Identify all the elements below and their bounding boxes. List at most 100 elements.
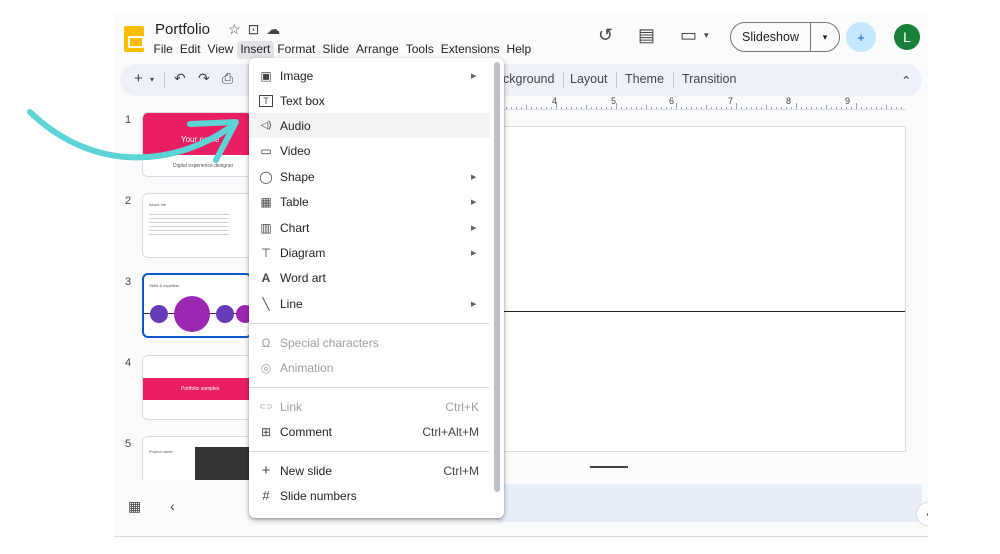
- ruler-tick: [796, 103, 797, 109]
- slide-thumbnail-2[interactable]: About me: [142, 193, 252, 258]
- menu-tools[interactable]: Tools: [402, 41, 437, 59]
- background-button[interactable]: ckground: [503, 72, 554, 86]
- ruler-tick: [806, 107, 807, 109]
- menu-slide[interactable]: Slide: [319, 41, 353, 59]
- slides-logo-icon[interactable]: [124, 26, 144, 52]
- ruler-tick: [551, 107, 552, 109]
- slide-thumbnail-5[interactable]: Project name: [142, 436, 252, 480]
- ruler-label: 7: [728, 96, 734, 106]
- menu-item-word-art[interactable]: A Word art: [249, 265, 490, 290]
- thumb-title: Project name: [149, 449, 173, 454]
- menu-extensions[interactable]: Extensions: [437, 41, 503, 59]
- menu-item-animation[interactable]: ◎ Animation: [249, 355, 490, 380]
- slide-thumbnail-4[interactable]: Portfolio samples: [142, 355, 252, 420]
- menu-scrollbar[interactable]: [494, 62, 500, 492]
- menu-item-new-slide[interactable]: + New slide Ctrl+M: [249, 458, 490, 483]
- share-add-person-icon[interactable]: +: [846, 22, 876, 52]
- ruler-tick: [766, 105, 767, 109]
- slideshow-button[interactable]: Slideshow ▾: [730, 22, 840, 52]
- slide-thumbnail-1[interactable]: Your name Digital experience designer: [142, 112, 252, 177]
- menu-item-label: New slide: [280, 463, 333, 478]
- menu-item-audio[interactable]: ◁) Audio: [249, 113, 490, 138]
- star-icon[interactable]: ☆: [228, 21, 241, 38]
- ruler-tick: [601, 107, 602, 109]
- menu-bar: File Edit View Insert Format Slide Arran…: [150, 41, 535, 59]
- account-avatar[interactable]: L: [894, 24, 920, 50]
- grid-view-icon[interactable]: ▦: [128, 498, 141, 515]
- slide-canvas[interactable]: User Experience Physical Computing HTML, CS…: [496, 126, 906, 452]
- theme-button[interactable]: Theme: [625, 72, 664, 86]
- undo-icon[interactable]: ↶: [174, 70, 186, 87]
- ruler-tick: [876, 107, 877, 109]
- submenu-arrow-icon: ▶: [471, 72, 477, 80]
- menu-format[interactable]: Format: [274, 41, 319, 59]
- move-folder-icon[interactable]: ⊡: [248, 21, 260, 38]
- menu-item-table[interactable]: ▦ Table ▶: [249, 189, 490, 214]
- speaker-notes-panel[interactable]: [496, 484, 922, 522]
- ruler-tick: [581, 107, 582, 109]
- menu-item-slide-numbers[interactable]: # Slide numbers: [249, 483, 490, 508]
- ruler-tick: [786, 107, 787, 109]
- menu-item-video[interactable]: ▭ Video: [249, 138, 490, 163]
- ruler-tick: [881, 107, 882, 109]
- table-icon: ▦: [260, 194, 272, 209]
- redo-icon[interactable]: ↷: [198, 70, 210, 87]
- ruler-tick: [621, 107, 622, 109]
- meet-camera-icon[interactable]: ▭: [680, 25, 697, 46]
- menu-file[interactable]: File: [150, 41, 176, 59]
- menu-item-label: Line: [280, 296, 303, 311]
- menu-view[interactable]: View: [204, 41, 237, 59]
- circle-physical-computing[interactable]: Physical Computing: [687, 264, 783, 359]
- slideshow-dropdown-icon[interactable]: ▾: [811, 23, 839, 51]
- hash-icon: #: [262, 488, 270, 503]
- ruler-tick: [811, 107, 812, 109]
- cloud-status-icon[interactable]: ☁: [266, 21, 280, 38]
- new-slide-caret-icon[interactable]: ▾: [150, 75, 154, 84]
- menu-help[interactable]: Help: [503, 41, 535, 59]
- ruler-tick: [756, 107, 757, 109]
- menu-item-text-box[interactable]: T Text box: [249, 88, 490, 113]
- menu-item-link[interactable]: ⊂⊃ Link Ctrl+K: [249, 394, 490, 419]
- circle-html-css-js[interactable]: HTML, CSS,JS: [815, 280, 879, 343]
- collapse-filmstrip-icon[interactable]: ‹: [170, 498, 175, 514]
- title-icons: ☆ ⊡ ☁: [228, 21, 280, 38]
- layout-button[interactable]: Layout: [570, 72, 608, 86]
- menu-item-comment[interactable]: ⊞ Comment Ctrl+Alt+M: [249, 419, 490, 444]
- slideshow-label[interactable]: Slideshow: [731, 23, 811, 51]
- document-title[interactable]: Portfolio: [155, 21, 210, 38]
- menu-divider: [249, 387, 490, 388]
- ruler-tick: [711, 107, 712, 109]
- transition-button[interactable]: Transition: [682, 72, 736, 86]
- new-slide-icon[interactable]: +: [134, 70, 143, 87]
- version-history-icon[interactable]: ↺: [598, 25, 613, 46]
- menu-item-special-characters[interactable]: Ω Special characters: [249, 330, 490, 355]
- ruler-tick: [541, 107, 542, 109]
- slide-thumbnail-3[interactable]: Skills & expertise: [142, 273, 252, 338]
- ruler-tick: [861, 107, 862, 109]
- menu-item-chart[interactable]: ▥ Chart ▶: [249, 215, 490, 240]
- menu-edit[interactable]: Edit: [176, 41, 204, 59]
- meet-caret-icon[interactable]: ▾: [704, 30, 709, 41]
- thumb-title: Skills & expertise: [149, 283, 180, 288]
- comments-icon[interactable]: ▤: [638, 25, 655, 46]
- circle-label-line: HTML,: [829, 296, 865, 311]
- menu-insert[interactable]: Insert: [236, 41, 274, 59]
- ruler-tick: [741, 107, 742, 109]
- menu-item-image[interactable]: ▣ Image ▶: [249, 63, 490, 88]
- canvas-scroll-indicator[interactable]: [590, 466, 628, 468]
- thumb-title: Portfolio samples: [181, 386, 220, 392]
- print-icon[interactable]: ⎙: [222, 70, 233, 87]
- ruler-tick: [616, 103, 617, 109]
- ruler-tick: [891, 107, 892, 109]
- menu-item-shape[interactable]: ◯ Shape ▶: [249, 164, 490, 189]
- ruler-tick: [636, 107, 637, 109]
- toolbar-divider: [616, 72, 617, 88]
- menu-item-line[interactable]: ╲ Line ▶: [249, 291, 490, 316]
- menu-arrange[interactable]: Arrange: [353, 41, 403, 59]
- menu-item-diagram[interactable]: ⊤ Diagram ▶: [249, 240, 490, 265]
- ruler-tick: [706, 105, 707, 109]
- circle-user-experience[interactable]: User Experience: [497, 217, 655, 405]
- collapse-toolbar-icon[interactable]: ⌃: [901, 73, 911, 88]
- ruler-tick: [826, 105, 827, 109]
- side-panel-toggle-icon[interactable]: ‹: [916, 502, 928, 526]
